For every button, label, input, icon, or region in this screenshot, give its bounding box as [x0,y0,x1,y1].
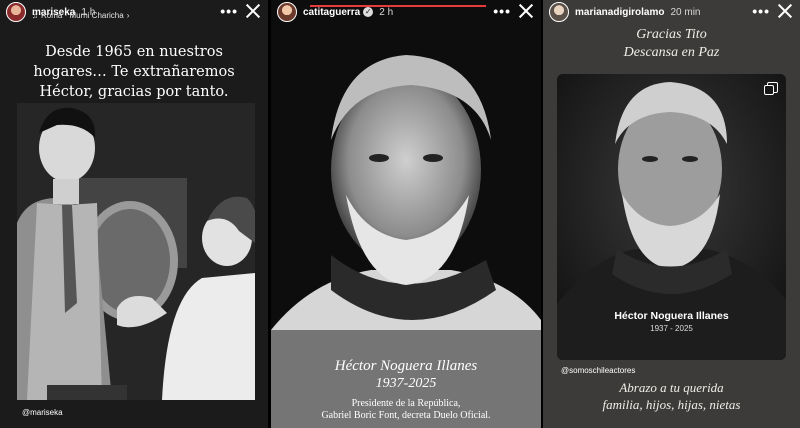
story-caption: Gracias Tito Descansa en Paz [543,26,800,62]
story-header: marianadigirolamo 20 min [543,0,800,24]
shared-post-card[interactable]: Héctor Noguera Illanes 1937 - 2025 [557,74,786,360]
caption-line-2: Descansa en Paz [623,45,720,60]
card-honoree-name: Héctor Noguera Illanes [614,310,729,322]
announcement-text: Presidente de la República, Gabriel Bori… [271,398,541,422]
story-header: catitaguerra ✓ 2 h [271,0,541,24]
announcement-line-1: Presidente de la República, [351,398,461,409]
username[interactable]: catitaguerra [303,7,360,18]
footer-line-2: familia, hijos, hijas, nietas [602,397,741,412]
avatar[interactable] [277,2,297,22]
music-label: Romá · Murni Charicha [41,11,124,20]
card-honoree-years: 1937 - 2025 [650,324,693,333]
username[interactable]: marianadigirolamo [575,7,664,18]
post-time: 20 min [670,6,701,18]
music-icon: ♫ [32,11,38,20]
caption-line-1: Gracias Tito [636,27,707,42]
honoree-name: Héctor Noguera Illanes [334,358,478,374]
story-caption: Desde 1965 en nuestros hogares… Te extra… [33,44,235,100]
announcement-line-2: Gabriel Boric Font, decreta Duelo Oficia… [321,410,491,421]
chevron-right-icon: › [126,11,130,20]
avatar[interactable] [6,2,26,22]
footer-line-1: Abrazo a tu querida [619,380,724,395]
archive-photo [17,103,255,400]
avatar[interactable] [549,2,569,22]
post-time: 2 h [379,6,394,18]
multi-post-icon [764,82,778,95]
story-footer-text: Abrazo a tu querida familia, hijos, hija… [543,379,800,413]
story-panel-marianadigirolamo[interactable]: marianadigirolamo 20 min ••• Gracias Tit… [543,0,800,428]
story-panel-mariseka[interactable]: mariseka 1 h ♫ Romá · Murni Charicha › •… [0,0,268,428]
archive-photo-illustration [17,103,255,400]
music-attribution[interactable]: ♫ Romá · Murni Charicha › [32,11,129,20]
mention-sticker[interactable]: @somoschileactores [561,366,635,375]
verified-badge-icon: ✓ [363,7,374,17]
story-panel-catitaguerra[interactable]: catitaguerra ✓ 2 h ••• Héctor Noguera Il… [271,0,541,428]
mention-sticker[interactable]: @mariseka [22,408,63,417]
honoree-years: 1937-2025 [375,376,437,391]
